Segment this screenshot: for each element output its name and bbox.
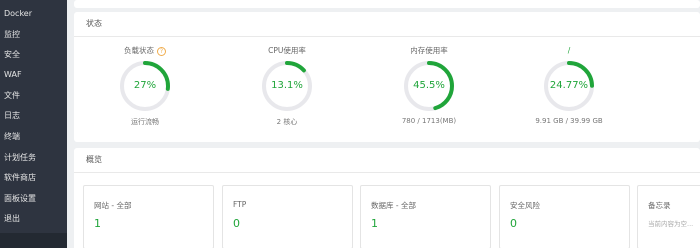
overview-card-sites[interactable]: 网站 - 全部 1 — [83, 185, 214, 248]
load-gauge-label: 负载状态 — [124, 46, 154, 55]
disk-gauge-value: 24.77% — [549, 80, 589, 91]
card-label: 网站 - 全部 — [94, 201, 132, 210]
card-value[interactable]: 0 — [233, 217, 240, 230]
overview-card-memo[interactable]: 备忘录 当前内容为空... — [637, 185, 700, 248]
memory-gauge-label: 内存使用率 — [410, 46, 448, 55]
sidebar-item-waf[interactable]: WAF — [0, 65, 67, 85]
cpu-gauge[interactable]: CPU使用率 13.1% 2 核心 — [232, 46, 342, 136]
overview-card-databases[interactable]: 数据库 - 全部 1 — [360, 185, 491, 248]
memory-gauge[interactable]: 内存使用率 45.5% 780 / 1713(MB) — [374, 46, 484, 136]
disk-gauge-label[interactable]: / — [514, 46, 624, 56]
divider — [74, 172, 700, 173]
sidebar-item-app-store[interactable]: 软件商店 — [0, 168, 67, 188]
sidebar-item-logout[interactable]: 退出 — [0, 209, 67, 229]
sidebar-item-terminal[interactable]: 终端 — [0, 127, 67, 147]
sidebar-item-cron[interactable]: 计划任务 — [0, 148, 67, 168]
cpu-gauge-label: CPU使用率 — [268, 46, 306, 55]
status-panel: 状态 负载状态? 27% 运行流畅 CPU使用率 13.1% 2 核心 内存使用… — [74, 12, 700, 142]
cpu-gauge-sub: 2 核心 — [276, 118, 298, 126]
sidebar-item-logs[interactable]: 日志 — [0, 106, 67, 126]
load-gauge-value: 27% — [133, 80, 157, 91]
overview-card-ftp[interactable]: FTP 0 — [222, 185, 353, 248]
load-gauge[interactable]: 负载状态? 27% 运行流畅 — [90, 46, 200, 136]
disk-gauge-sub: 9.91 GB / 39.99 GB — [535, 117, 603, 125]
sidebar-item-monitor[interactable]: 监控 — [0, 25, 67, 45]
overview-panel-title: 概览 — [86, 155, 102, 164]
cpu-gauge-value: 13.1% — [271, 80, 303, 91]
sidebar-item-files[interactable]: 文件 — [0, 86, 67, 106]
card-value[interactable]: 1 — [94, 217, 101, 230]
sidebar: Docker 监控 安全 WAF 文件 日志 终端 计划任务 软件商店 面板设置… — [0, 0, 67, 248]
card-label: 备忘录 — [648, 201, 671, 210]
card-label: 安全风险 — [510, 201, 540, 210]
overview-card-security-risk[interactable]: 安全风险 0 — [499, 185, 630, 248]
sidebar-footer — [0, 233, 67, 248]
sidebar-item-docker[interactable]: Docker — [0, 4, 67, 24]
card-value[interactable]: 0 — [510, 217, 517, 230]
status-panel-title: 状态 — [86, 19, 102, 28]
overview-panel: 概览 网站 - 全部 1 FTP 0 数据库 - 全部 1 安全风险 0 备忘录… — [74, 148, 700, 248]
question-circle-icon[interactable]: ? — [157, 47, 166, 56]
memo-placeholder[interactable]: 当前内容为空... — [648, 218, 693, 228]
top-panel-edge — [74, 0, 700, 8]
card-label: FTP — [233, 200, 247, 209]
memory-gauge-value: 45.5% — [413, 80, 445, 91]
disk-gauge[interactable]: / 24.77% 9.91 GB / 39.99 GB — [514, 46, 624, 136]
card-value[interactable]: 1 — [371, 217, 378, 230]
card-label: 数据库 - 全部 — [371, 201, 416, 210]
memory-gauge-sub: 780 / 1713(MB) — [401, 117, 457, 125]
sidebar-item-settings[interactable]: 面板设置 — [0, 189, 67, 209]
sidebar-item-security[interactable]: 安全 — [0, 45, 67, 65]
divider — [74, 36, 700, 37]
load-gauge-sub: 运行流畅 — [131, 118, 159, 126]
